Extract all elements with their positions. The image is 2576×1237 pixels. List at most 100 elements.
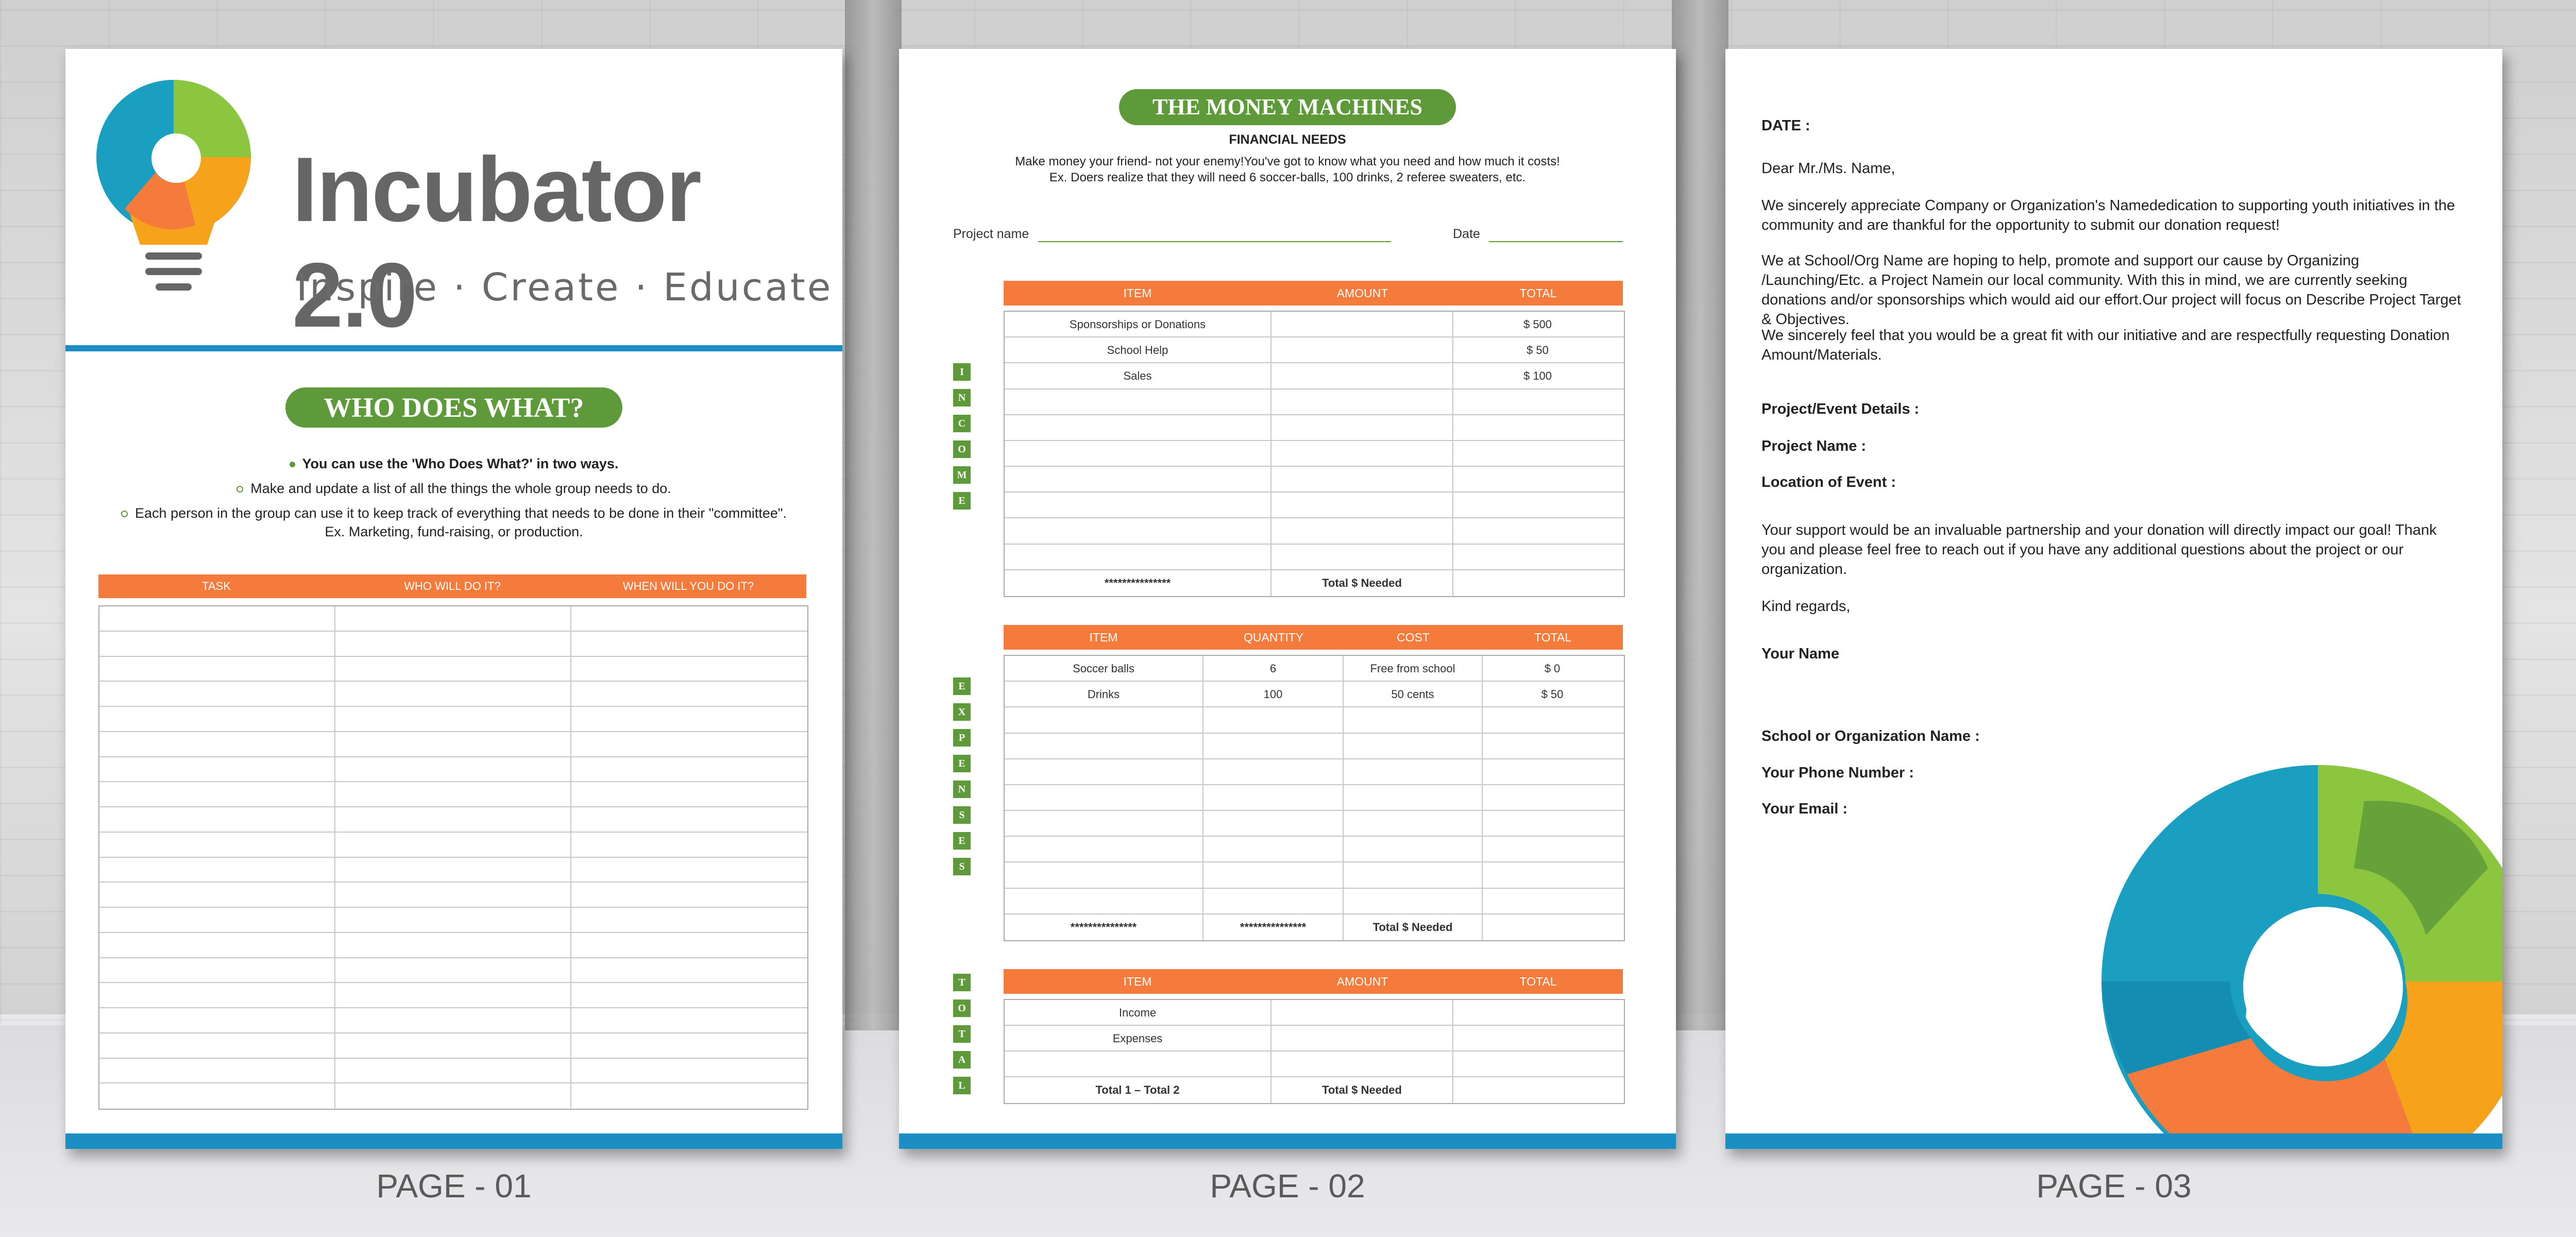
table-cell[interactable] bbox=[1005, 759, 1204, 784]
table-cell[interactable] bbox=[1272, 1052, 1453, 1076]
table-cell[interactable] bbox=[1344, 837, 1483, 862]
table-cell[interactable] bbox=[1005, 785, 1204, 810]
table-cell[interactable] bbox=[1005, 1052, 1272, 1076]
table-cell[interactable] bbox=[335, 1008, 571, 1032]
table-cell[interactable]: Expenses bbox=[1005, 1026, 1272, 1050]
table-cell[interactable] bbox=[99, 857, 335, 882]
table-cell[interactable] bbox=[1483, 862, 1622, 887]
table-cell[interactable] bbox=[99, 983, 335, 1007]
table-cell[interactable] bbox=[335, 1033, 571, 1058]
table-cell[interactable] bbox=[1204, 837, 1344, 862]
table-cell[interactable] bbox=[1453, 467, 1622, 492]
table-cell[interactable] bbox=[1272, 440, 1453, 466]
table-cell[interactable] bbox=[571, 908, 805, 932]
table-cell[interactable] bbox=[335, 883, 571, 907]
table-cell[interactable] bbox=[1344, 759, 1483, 784]
table-cell[interactable] bbox=[99, 656, 335, 681]
table-cell[interactable] bbox=[1453, 389, 1622, 414]
table-cell[interactable]: Sponsorships or Donations bbox=[1005, 312, 1272, 337]
table-cell[interactable] bbox=[571, 732, 805, 756]
table-cell[interactable] bbox=[335, 857, 571, 882]
table-cell[interactable] bbox=[1005, 467, 1272, 492]
table-cell[interactable] bbox=[1272, 363, 1453, 388]
table-cell[interactable]: Soccer balls bbox=[1005, 656, 1204, 681]
table-cell[interactable] bbox=[1453, 493, 1622, 517]
table-cell[interactable] bbox=[99, 782, 335, 806]
table-cell[interactable]: *************** bbox=[1204, 914, 1344, 940]
table-cell[interactable] bbox=[1272, 415, 1453, 440]
table-cell[interactable] bbox=[99, 732, 335, 756]
table-cell[interactable]: School Help bbox=[1005, 337, 1272, 363]
table-cell[interactable] bbox=[99, 883, 335, 907]
table-cell[interactable] bbox=[1005, 733, 1204, 758]
table-cell[interactable] bbox=[571, 782, 805, 806]
table-cell[interactable] bbox=[99, 606, 335, 631]
table-cell[interactable]: *************** bbox=[1005, 914, 1204, 940]
table-cell[interactable] bbox=[1005, 837, 1204, 862]
table-cell[interactable] bbox=[1483, 785, 1622, 810]
table-cell[interactable] bbox=[1272, 544, 1453, 569]
table-cell[interactable]: $ 0 bbox=[1483, 656, 1622, 681]
table-cell[interactable] bbox=[99, 1058, 335, 1083]
table-cell[interactable] bbox=[1344, 733, 1483, 758]
table-cell[interactable]: Total 1 – Total 2 bbox=[1005, 1077, 1272, 1103]
table-cell[interactable] bbox=[335, 656, 571, 681]
table-cell[interactable]: $ 500 bbox=[1453, 312, 1622, 336]
table-cell[interactable] bbox=[1453, 1000, 1622, 1025]
table-cell[interactable] bbox=[1204, 888, 1344, 913]
date-field[interactable] bbox=[1489, 241, 1623, 242]
table-cell[interactable]: Drinks bbox=[1005, 682, 1204, 707]
table-cell[interactable] bbox=[1272, 1026, 1453, 1050]
table-cell[interactable]: $ 50 bbox=[1453, 337, 1622, 362]
table-cell[interactable] bbox=[1272, 518, 1453, 544]
table-cell[interactable] bbox=[1272, 312, 1453, 337]
table-cell[interactable] bbox=[99, 908, 335, 932]
table-cell[interactable] bbox=[1453, 570, 1622, 596]
table-cell[interactable] bbox=[1272, 389, 1453, 414]
table-cell[interactable]: Sales bbox=[1005, 363, 1272, 388]
table-cell[interactable] bbox=[1453, 518, 1622, 543]
table-cell[interactable] bbox=[99, 807, 335, 832]
project-name-field[interactable] bbox=[1038, 241, 1391, 242]
table-cell[interactable] bbox=[99, 631, 335, 656]
table-cell[interactable] bbox=[1483, 914, 1622, 940]
table-cell[interactable] bbox=[1483, 759, 1622, 784]
table-cell[interactable] bbox=[571, 883, 805, 907]
table-cell[interactable] bbox=[571, 682, 805, 706]
table-cell[interactable] bbox=[1483, 889, 1622, 913]
table-cell[interactable] bbox=[1453, 1026, 1622, 1050]
table-cell[interactable] bbox=[1483, 811, 1622, 836]
table-cell[interactable]: Free from school bbox=[1344, 656, 1483, 681]
table-cell[interactable] bbox=[1272, 337, 1453, 363]
table-cell[interactable] bbox=[99, 707, 335, 731]
table-cell[interactable] bbox=[1453, 545, 1622, 569]
table-cell[interactable] bbox=[335, 908, 571, 932]
table-cell[interactable] bbox=[571, 983, 805, 1007]
table-cell[interactable] bbox=[335, 1083, 571, 1109]
table-cell[interactable] bbox=[99, 832, 335, 857]
table-cell[interactable] bbox=[1005, 862, 1204, 888]
table-cell[interactable] bbox=[1204, 811, 1344, 836]
table-cell[interactable] bbox=[1344, 811, 1483, 836]
table-cell[interactable] bbox=[1272, 493, 1453, 518]
table-cell[interactable] bbox=[335, 807, 571, 832]
table-cell[interactable] bbox=[1483, 837, 1622, 861]
table-cell[interactable] bbox=[1005, 811, 1204, 836]
table-cell[interactable] bbox=[335, 631, 571, 656]
table-cell[interactable]: $ 50 bbox=[1483, 682, 1622, 706]
table-cell[interactable] bbox=[571, 1059, 805, 1083]
table-cell[interactable] bbox=[335, 933, 571, 957]
table-cell[interactable] bbox=[1005, 415, 1272, 440]
table-cell[interactable] bbox=[99, 1008, 335, 1032]
table-cell[interactable] bbox=[571, 933, 805, 957]
table-cell[interactable] bbox=[1453, 1052, 1622, 1076]
table-cell[interactable] bbox=[99, 757, 335, 782]
table-cell[interactable] bbox=[99, 1033, 335, 1058]
table-cell[interactable] bbox=[1453, 1077, 1622, 1103]
table-cell[interactable] bbox=[99, 958, 335, 982]
table-cell[interactable] bbox=[335, 732, 571, 756]
table-cell[interactable] bbox=[99, 682, 335, 706]
table-cell[interactable]: 50 cents bbox=[1344, 682, 1483, 707]
table-cell[interactable]: Total $ Needed bbox=[1272, 570, 1453, 596]
table-cell[interactable] bbox=[1005, 389, 1272, 414]
